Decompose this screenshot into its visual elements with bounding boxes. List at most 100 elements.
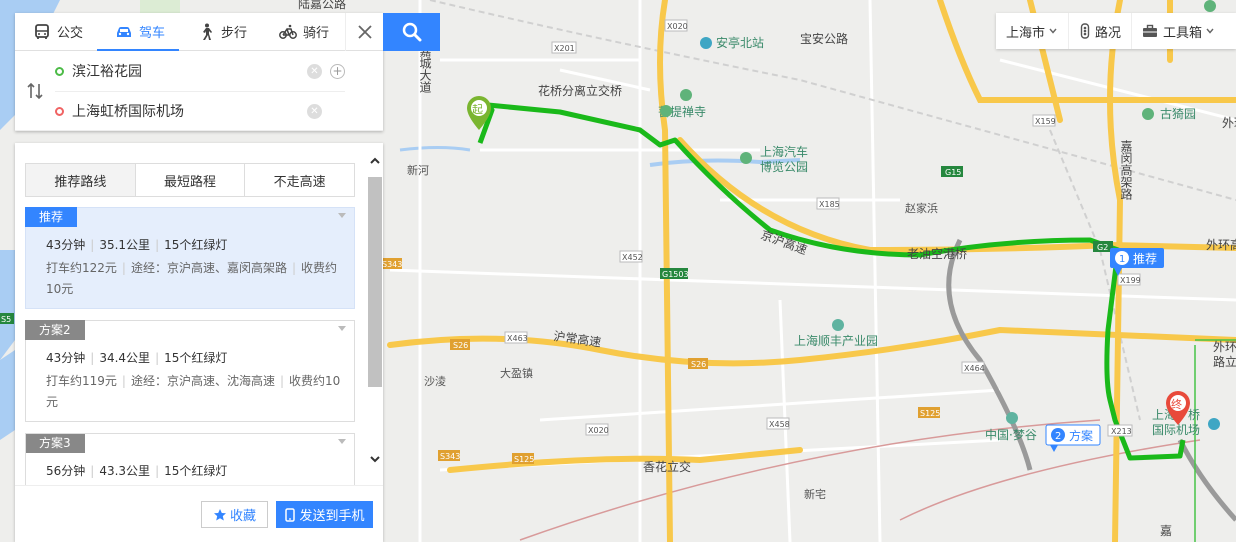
plan-badge: 推荐 [25,207,78,227]
plan-lights: 15个红绿灯 [164,464,228,478]
destination-dot [55,106,64,116]
map-label-huaqiao: 花桥分离立交桥 [538,83,622,98]
close-icon [357,25,372,39]
map-label-anting-north: 安亭北站 [716,35,764,50]
plan-taxi: 打车约122元 [46,261,117,275]
map-label-hongqiao: 国际机场 [1152,423,1200,437]
route-preference-tabs: 推荐路线 最短路程 不走高速 [25,163,355,197]
map-label-shunfeng: 上海顺丰产业园 [794,333,878,348]
walk-icon [203,23,212,40]
route-plan-2[interactable]: 方案2 43分钟 | 34.4公里 | 15个红绿灯 打车约119元 | 途经：京沪高速、沈… [25,320,355,422]
tab-transit[interactable]: 公交 [15,13,97,51]
map-label-dayingzhen: 大盈镇 [500,366,533,380]
clear-destination-icon[interactable]: ✕ [307,103,322,119]
clear-origin-icon[interactable]: ✕ [307,63,322,79]
tab-cycling[interactable]: 骑行 [261,13,343,51]
expand-icon[interactable] [338,213,346,218]
plan-via: 途经：京沪高速、沈海高速 [130,374,275,388]
shield-s343b: S343 [440,452,460,461]
plan-badge: 方案2 [25,320,85,340]
map-label-laoyou: 老油空港桥 [907,247,967,261]
shield-g1503: G1503 [662,270,689,279]
tab-walking-label: 步行 [221,26,248,41]
map-label-shanghai-auto2: 博览公园 [760,159,808,174]
route-plan-3[interactable]: 方案3 56分钟 | 43.3公里 | 15个红绿灯 [25,433,355,485]
map-label-mengu: 中国·梦谷 [985,427,1037,442]
pref-tab-no-highway[interactable]: 不走高速 [245,164,355,196]
plan-taxi: 打车约119元 [46,374,117,388]
shield-g2: G2 [1097,243,1108,252]
scroll-up-icon[interactable] [369,155,381,167]
scrollbar-thumb[interactable] [368,177,382,387]
shield-s125a: S125 [920,409,940,418]
bus-icon [35,23,49,39]
shield-x464: X464 [964,364,985,373]
send-to-phone-label: 发送到手机 [299,509,365,524]
map-label-zhaojiabang: 赵家浜 [905,201,938,215]
chevron-down-icon [1206,28,1214,34]
bicycle-icon [279,24,297,39]
traffic-label: 路况 [1095,25,1122,41]
add-waypoint-icon[interactable]: + [330,63,345,79]
toolbox-icon [1143,24,1158,37]
origin-row: ✕ + [55,51,345,91]
favorite-button[interactable]: 收藏 [201,501,268,528]
map-label-xinzhai: 新宅 [804,487,826,501]
plan-distance: 43.3公里 [99,464,151,478]
shield-x452: X452 [622,253,643,262]
shield-x458: X458 [769,420,790,429]
map-label-luhao: 陆嘉公路 [298,0,346,11]
traffic-button[interactable]: 路况 [1069,13,1133,49]
origin-input[interactable] [72,63,292,79]
pref-tab-recommended[interactable]: 推荐路线 [26,164,136,196]
swap-button[interactable] [25,81,45,101]
map-label-jia-bottom: 嘉 [1160,524,1172,538]
travel-mode-tabs: 公交 驾车 步行 骑行 [15,13,383,51]
shield-s26a: S26 [453,341,468,350]
results-scrollbar[interactable] [366,153,383,483]
map-label-waihuan: 外环高速 [1206,237,1236,252]
scroll-down-icon[interactable] [369,453,381,465]
route-plan-1[interactable]: 推荐 43分钟 | 35.1公里 | 15个红绿灯 打车约122元 | 途经：京沪高速、嘉闵… [25,207,355,309]
tab-walking[interactable]: 步行 [179,13,261,51]
plan-time: 56分钟 [46,464,86,478]
shield-x199: X199 [1120,276,1141,285]
star-icon [213,508,226,520]
tab-transit-label: 公交 [57,26,84,41]
destination-row: ✕ [55,91,345,131]
expand-icon[interactable] [338,439,346,444]
shield-s5: S5 [1,315,11,324]
send-to-phone-button[interactable]: 发送到手机 [276,501,373,528]
city-selector[interactable]: 上海市 [996,13,1070,49]
shield-x159: X159 [1035,117,1056,126]
shield-s26b: S26 [691,360,706,369]
route-search-panel: 公交 驾车 步行 骑行 ✕ + [15,13,383,131]
origin-destination: ✕ + ✕ [15,51,383,131]
plan-distance: 34.4公里 [99,351,151,365]
end-marker-text: 终 [1171,397,1182,411]
pref-tab-shortest[interactable]: 最短路程 [135,164,246,196]
map-label-waihuan2: 外环 [1222,116,1236,130]
chevron-down-icon [1049,28,1057,34]
map-label-baoan: 宝安公路 [800,31,848,46]
shield-x213: X213 [1111,427,1132,436]
toolbox-button[interactable]: 工具箱 [1132,13,1225,49]
plan-time: 43分钟 [46,351,86,365]
destination-input[interactable] [72,103,292,119]
shield-s125b: S125 [514,455,534,464]
plan-time: 43分钟 [46,238,86,252]
map-label-hongqiao-qiao: 桥 [1188,408,1200,422]
search-button[interactable] [383,13,440,51]
shield-x201: X201 [554,44,575,53]
shield-s343a: S343 [382,260,402,269]
close-button[interactable] [345,13,383,51]
tab-driving[interactable]: 驾车 [97,13,179,51]
phone-icon [285,507,296,522]
map-label-waihuan-lu: 外环 [1213,340,1236,354]
tab-cycling-label: 骑行 [303,26,330,41]
expand-icon[interactable] [338,326,346,331]
map-label-jiamin: 嘉闵高架路 [1119,140,1133,201]
car-icon [117,26,131,37]
plan-badge: 方案3 [26,434,85,453]
plan-distance: 35.1公里 [99,238,151,252]
